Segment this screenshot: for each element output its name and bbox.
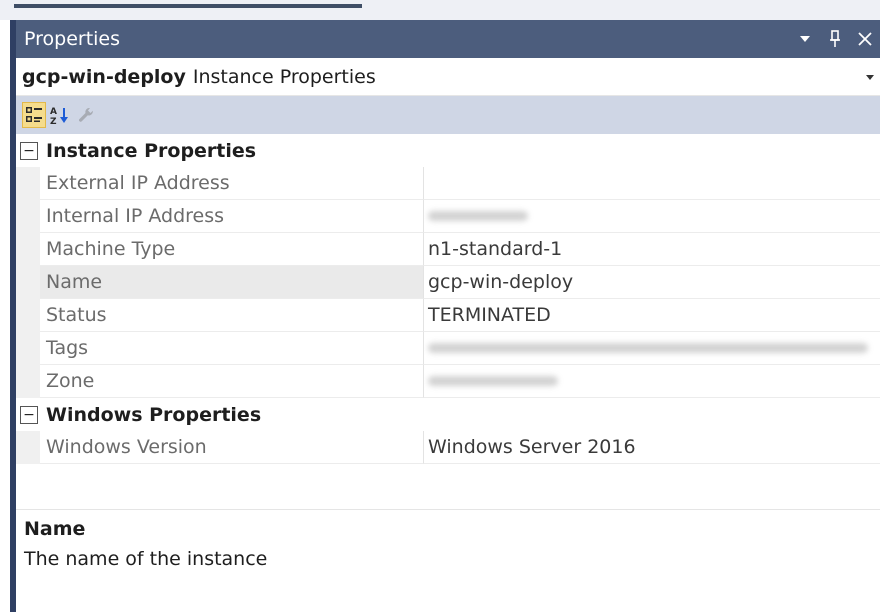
panel-titlebar: Properties — [16, 20, 880, 58]
properties-panel: Properties gcp-win-deploy Instance Prope… — [10, 20, 880, 612]
alphabetical-sort-icon: A Z — [50, 107, 68, 125]
window-options-dropdown-icon[interactable] — [790, 20, 820, 58]
property-row-selected[interactable]: Name gcp-win-deploy — [16, 266, 880, 299]
property-row[interactable]: Tags — [16, 332, 880, 365]
property-pages-wrench-icon — [79, 107, 93, 122]
object-name: gcp-win-deploy — [22, 65, 186, 88]
description-pane: Name The name of the instance — [16, 514, 880, 574]
property-value[interactable]: TERMINATED — [424, 299, 880, 332]
property-name: External IP Address — [40, 167, 424, 200]
object-type: Instance Properties — [192, 65, 376, 88]
property-name: Zone — [40, 365, 424, 398]
svg-text:A: A — [50, 107, 57, 117]
property-value-redacted[interactable] — [424, 332, 880, 365]
property-value[interactable]: Windows Server 2016 — [424, 431, 880, 464]
property-row[interactable]: External IP Address — [16, 167, 880, 200]
categorized-icon — [26, 107, 42, 122]
property-grid: − Instance Properties External IP Addres… — [16, 134, 880, 464]
property-name: Internal IP Address — [40, 200, 424, 233]
property-row[interactable]: Zone — [16, 365, 880, 398]
svg-text:Z: Z — [50, 117, 57, 125]
collapse-toggle-icon[interactable]: − — [20, 405, 38, 424]
panel-title: Properties — [24, 28, 121, 50]
category-instance-properties[interactable]: − Instance Properties — [16, 134, 880, 167]
property-value[interactable]: gcp-win-deploy — [424, 266, 880, 299]
property-row[interactable]: Windows Version Windows Server 2016 — [16, 431, 880, 464]
alphabetical-button[interactable]: A Z — [48, 102, 72, 128]
property-row[interactable]: Status TERMINATED — [16, 299, 880, 332]
properties-toolbar: A Z — [16, 96, 880, 134]
property-name: Status — [40, 299, 424, 332]
property-row[interactable]: Machine Type n1-standard-1 — [16, 233, 880, 266]
chevron-down-icon[interactable] — [860, 70, 880, 83]
redacted-blur — [428, 343, 868, 353]
collapse-toggle-icon[interactable]: − — [20, 141, 38, 160]
close-icon[interactable] — [850, 20, 880, 58]
property-value[interactable] — [424, 167, 880, 200]
category-label: Instance Properties — [46, 139, 257, 162]
redacted-blur — [428, 211, 528, 221]
property-value-redacted[interactable] — [424, 200, 880, 233]
category-windows-properties[interactable]: − Windows Properties — [16, 398, 880, 431]
property-name: Windows Version — [40, 431, 424, 464]
property-name: Name — [40, 266, 424, 299]
property-value-redacted[interactable] — [424, 365, 880, 398]
description-text: The name of the instance — [24, 548, 268, 570]
property-name: Machine Type — [40, 233, 424, 266]
grid-empty-area — [16, 466, 880, 510]
top-dark-bar — [14, 4, 362, 8]
pin-icon[interactable] — [820, 20, 850, 58]
property-name: Tags — [40, 332, 424, 365]
description-title: Name — [24, 518, 86, 540]
top-strip — [0, 0, 880, 20]
property-row[interactable]: Internal IP Address — [16, 200, 880, 233]
property-pages-button[interactable] — [74, 102, 98, 128]
object-selector[interactable]: gcp-win-deploy Instance Properties — [16, 58, 880, 96]
redacted-blur — [428, 376, 558, 386]
property-value[interactable]: n1-standard-1 — [424, 233, 880, 266]
category-label: Windows Properties — [46, 403, 262, 426]
categorized-button[interactable] — [22, 102, 46, 128]
